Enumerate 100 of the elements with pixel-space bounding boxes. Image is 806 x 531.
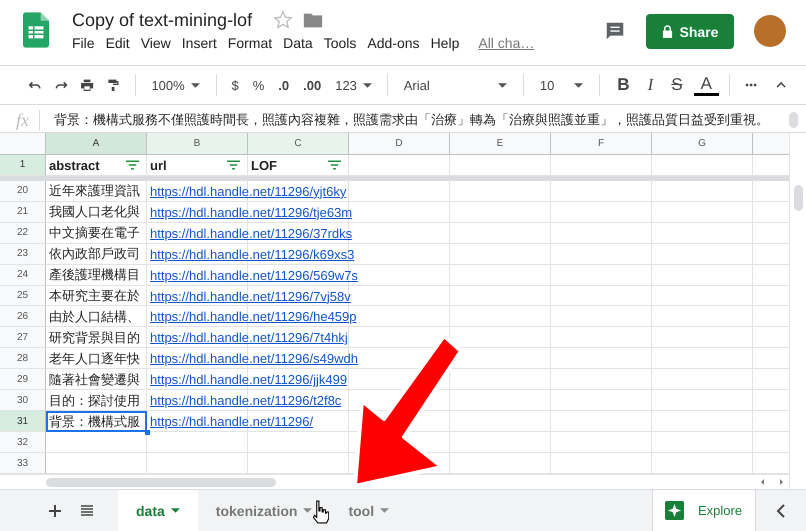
menu-item[interactable]: Edit xyxy=(106,35,138,51)
table-cell: 中文摘要在電子 xyxy=(49,224,140,242)
url-link[interactable]: https://hdl.handle.net/11296/s49wdh xyxy=(150,351,358,366)
url-link[interactable]: https://hdl.handle.net/11296/t2f8c xyxy=(150,393,342,408)
fx-label: fx xyxy=(6,110,40,130)
table-cell: 依內政部戶政司 xyxy=(49,245,140,264)
column-header[interactable]: C xyxy=(248,133,349,155)
column-header[interactable]: F xyxy=(551,133,652,155)
row-number[interactable]: 1 xyxy=(0,154,46,176)
row-number[interactable]: 33 xyxy=(0,453,46,474)
row-number[interactable]: 25 xyxy=(0,286,46,306)
add-sheet-icon[interactable] xyxy=(48,504,62,518)
lock-icon xyxy=(662,25,673,38)
side-panel-caret-icon[interactable] xyxy=(776,504,786,518)
table-cell: 背景：機構式服 xyxy=(49,412,140,431)
url-link[interactable]: https://hdl.handle.net/11296/tje63m xyxy=(150,204,352,220)
column-header[interactable]: G xyxy=(652,133,753,155)
text-color-button[interactable]: A xyxy=(694,74,719,96)
sheet-tab[interactable]: tool xyxy=(330,490,408,531)
more-formats-dropdown[interactable]: 123 xyxy=(330,78,377,92)
url-link[interactable]: https://hdl.handle.net/11296/ xyxy=(150,414,314,430)
row-number[interactable]: 32 xyxy=(0,432,46,454)
sheets-logo-icon[interactable] xyxy=(23,12,49,48)
row-number[interactable]: 23 xyxy=(0,244,46,265)
filter-icon[interactable] xyxy=(227,160,240,170)
comment-icon[interactable] xyxy=(604,20,626,42)
url-link[interactable]: https://hdl.handle.net/11296/he459p xyxy=(150,309,356,324)
row-number[interactable]: 29 xyxy=(0,369,46,390)
table-cell: 目的：探討使用 xyxy=(49,392,140,410)
url-link[interactable]: https://hdl.handle.net/11296/37rdks xyxy=(150,226,352,241)
table-header-cell: abstract xyxy=(49,158,100,173)
font-dropdown[interactable]: Arial xyxy=(398,78,514,92)
horizontal-scrollbar-thumb[interactable] xyxy=(46,478,276,487)
document-title[interactable]: Copy of text-mining-lof xyxy=(72,10,252,30)
caret-icon xyxy=(190,82,200,88)
caret-icon xyxy=(574,82,584,88)
url-link[interactable]: https://hdl.handle.net/11296/7vj58v xyxy=(150,288,351,304)
avatar[interactable] xyxy=(754,15,786,47)
row-number[interactable]: 24 xyxy=(0,264,46,286)
font-size-dropdown[interactable]: 10 xyxy=(534,78,590,92)
row-number[interactable]: 20 xyxy=(0,180,46,202)
vertical-scrollbar-thumb[interactable] xyxy=(794,185,802,211)
url-link[interactable]: https://hdl.handle.net/11296/569w7s xyxy=(150,268,358,283)
explore-button[interactable]: Explore xyxy=(652,490,756,531)
menu-item[interactable]: File xyxy=(72,35,103,51)
star-icon[interactable] xyxy=(272,9,294,31)
table-cell: 由於人口結構、 xyxy=(49,308,140,326)
table-header-cell: LOF xyxy=(251,158,277,173)
row-number[interactable]: 31 xyxy=(0,411,46,432)
column-header[interactable]: B xyxy=(147,133,248,155)
bold-button[interactable]: B xyxy=(610,75,637,95)
scrollbar-thumb[interactable] xyxy=(789,112,798,128)
caret-icon xyxy=(170,508,180,513)
table-header-cell: url xyxy=(150,158,167,173)
row-number[interactable]: 28 xyxy=(0,348,46,370)
table-cell: 我國人口老化與 xyxy=(49,203,140,222)
increase-decimals-button[interactable]: .00 xyxy=(298,78,326,92)
percent-button[interactable]: % xyxy=(248,78,270,92)
menu-item[interactable]: Data xyxy=(283,35,321,51)
formula-field[interactable]: 背景：機構式服務不僅照護時間長，照護內容複雜，照護需求由「治療」轉為「治療與照護並重」，照護品質日益受到重視。 xyxy=(54,111,769,129)
italic-button[interactable]: I xyxy=(640,75,660,95)
caret-icon xyxy=(498,82,508,88)
column-header[interactable]: E xyxy=(450,133,551,155)
menu-item[interactable]: Format xyxy=(228,35,280,51)
table-cell: 本研究主要在於 xyxy=(49,287,140,306)
all-sheets-icon[interactable] xyxy=(80,504,94,518)
url-link[interactable]: https://hdl.handle.net/11296/k69xs3 xyxy=(150,246,354,262)
menu-item[interactable]: Help xyxy=(430,35,468,51)
url-link[interactable]: https://hdl.handle.net/11296/7t4hkj xyxy=(150,330,348,346)
caret-icon xyxy=(303,508,312,513)
menu-item[interactable]: View xyxy=(140,35,179,51)
menu-item[interactable]: Insert xyxy=(182,35,225,51)
last-edit-link[interactable]: All cha… xyxy=(478,35,542,51)
filter-icon[interactable] xyxy=(126,160,139,170)
caret-icon xyxy=(380,508,390,513)
zoom-dropdown[interactable]: 100% xyxy=(145,78,206,92)
table-cell: 產後護理機構目 xyxy=(49,266,140,284)
sheet-tab[interactable]: data xyxy=(118,490,198,531)
caret-icon xyxy=(362,82,372,88)
row-number[interactable]: 26 xyxy=(0,306,46,328)
scroll-left-icon[interactable] xyxy=(759,478,767,486)
row-number[interactable]: 21 xyxy=(0,202,46,223)
menu-item[interactable]: Tools xyxy=(324,35,364,51)
table-cell: 老年人口逐年快 xyxy=(49,350,140,368)
url-link[interactable]: https://hdl.handle.net/11296/yjt6ky xyxy=(150,184,346,199)
strikethrough-button[interactable]: S xyxy=(664,75,690,95)
scroll-right-icon[interactable] xyxy=(777,478,785,486)
explore-icon xyxy=(665,501,684,520)
column-header[interactable]: D xyxy=(349,133,450,155)
menu-item[interactable]: Add-ons xyxy=(367,35,428,51)
share-button[interactable]: Share xyxy=(646,14,734,49)
table-cell: 近年來護理資訊 xyxy=(49,182,140,200)
url-link[interactable]: https://hdl.handle.net/11296/jjk499 xyxy=(150,372,348,388)
row-number[interactable]: 27 xyxy=(0,327,46,348)
column-header[interactable]: A xyxy=(46,133,147,155)
filter-icon[interactable] xyxy=(328,160,341,170)
row-number[interactable]: 30 xyxy=(0,390,46,412)
decrease-decimals-button[interactable]: .0 xyxy=(273,78,294,92)
row-number[interactable]: 22 xyxy=(0,222,46,244)
currency-button[interactable]: $ xyxy=(226,78,244,92)
